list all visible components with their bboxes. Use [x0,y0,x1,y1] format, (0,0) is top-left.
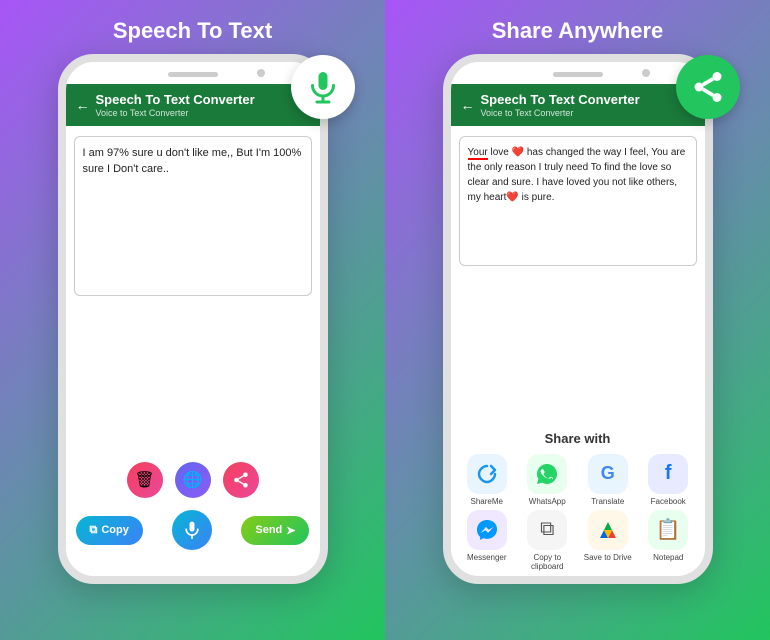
clipboard-label: Copy toclipboard [531,553,563,572]
drive-label: Save to Drive [584,553,632,563]
translate-icon: 🌐 [183,470,203,490]
mic-button[interactable] [172,510,212,550]
facebook-icon: f [648,454,688,494]
right-text-area-container: Your love ❤️ has changed the way I feel,… [451,126,705,423]
text-display-right[interactable]: Your love ❤️ has changed the way I feel,… [459,136,697,266]
app-header-left: ← Speech To Text Converter Voice to Text… [66,84,320,126]
right-panel-title: Share Anywhere [385,0,770,54]
floating-share-icon[interactable] [676,55,740,119]
right-phone-camera [642,69,650,77]
share-item-shareme[interactable]: ShareMe [459,454,516,506]
mic-button-icon [182,520,202,540]
right-back-arrow-icon[interactable]: ← [461,97,475,113]
right-app-subtitle: Voice to Text Converter [481,108,640,118]
shareme-icon [467,454,507,494]
left-panel-title: Speech To Text [0,0,385,54]
share-small-button[interactable] [223,462,259,498]
delete-icon: 🗑 [134,470,154,490]
phone-camera [257,69,265,77]
right-app-title: Speech To Text Converter [481,92,640,108]
share-grid: ShareMe WhatsApp G Translate f Facebook [451,450,705,576]
whatsapp-icon [527,454,567,494]
share-item-messenger[interactable]: Messenger [459,510,516,572]
app-title: Speech To Text Converter [96,92,255,108]
drive-icon [588,510,628,550]
facebook-label: Facebook [651,497,686,506]
phone-top-bar [66,62,320,84]
translate-icon-circle: G [588,454,628,494]
share-item-facebook[interactable]: f Facebook [640,454,697,506]
back-arrow-icon[interactable]: ← [76,97,90,113]
action-row: 🗑 🌐 [66,456,320,504]
app-header-right: ← Speech To Text Converter Voice to Text… [451,84,705,126]
translate-label: Translate [591,497,624,506]
clipboard-icon: ⧉ [527,510,567,550]
share-item-whatsapp[interactable]: WhatsApp [519,454,576,506]
share-with-title: Share with [451,423,705,450]
copy-button[interactable]: ⧉ Copy [76,516,143,545]
share-item-notepad[interactable]: 📋 Notepad [640,510,697,572]
share-item-translate[interactable]: G Translate [580,454,637,506]
speak-label: Speak in ENGLISH [66,556,320,576]
shareme-label: ShareMe [471,497,503,506]
app-title-group: Speech To Text Converter Voice to Text C… [96,92,255,118]
share-item-drive[interactable]: Save to Drive [580,510,637,572]
bottom-buttons: ⧉ Copy Send ➤ [66,504,320,556]
right-phone-top-bar [451,62,705,84]
phone-speaker [168,72,218,77]
mic-svg [305,69,341,105]
right-converted-text: Your love ❤️ has changed the way I feel,… [468,147,686,203]
notepad-icon: 📋 [648,510,688,550]
share-floating-svg [690,69,726,105]
whatsapp-label: WhatsApp [529,497,566,506]
floating-mic-icon[interactable] [291,55,355,119]
right-phone-speaker [553,72,603,77]
delete-button[interactable]: 🗑 [127,462,163,498]
notepad-label: Notepad [653,553,683,562]
left-phone: ← Speech To Text Converter Voice to Text… [58,54,328,584]
messenger-label: Messenger [467,553,507,562]
text-display-left[interactable]: I am 97% sure u don't like me,, But I'm … [74,136,312,296]
send-label: Send [255,524,282,536]
translate-button[interactable]: 🌐 [175,462,211,498]
text-area-container: I am 97% sure u don't like me,, But I'm … [66,126,320,456]
right-phone: ← Speech To Text Converter Voice to Text… [443,54,713,584]
app-header-left-group: ← Speech To Text Converter Voice to Text… [76,92,255,118]
converted-text: I am 97% sure u don't like me,, But I'm … [83,147,302,176]
share-icon [232,471,250,489]
send-button[interactable]: Send ➤ [241,516,309,545]
left-panel: Speech To Text ← Speech To Text Converte… [0,0,385,640]
app-header-right-group: ← Speech To Text Converter Voice to Text… [461,92,640,118]
share-item-clipboard[interactable]: ⧉ Copy toclipboard [519,510,576,572]
right-panel: Share Anywhere ← Speech To Text Converte… [385,0,770,640]
send-arrow-icon: ➤ [286,524,295,537]
right-app-title-group: Speech To Text Converter Voice to Text C… [481,92,640,118]
copy-icon: ⧉ [90,524,98,537]
copy-label: Copy [101,524,129,536]
app-subtitle: Voice to Text Converter [96,108,255,118]
messenger-icon [467,510,507,550]
